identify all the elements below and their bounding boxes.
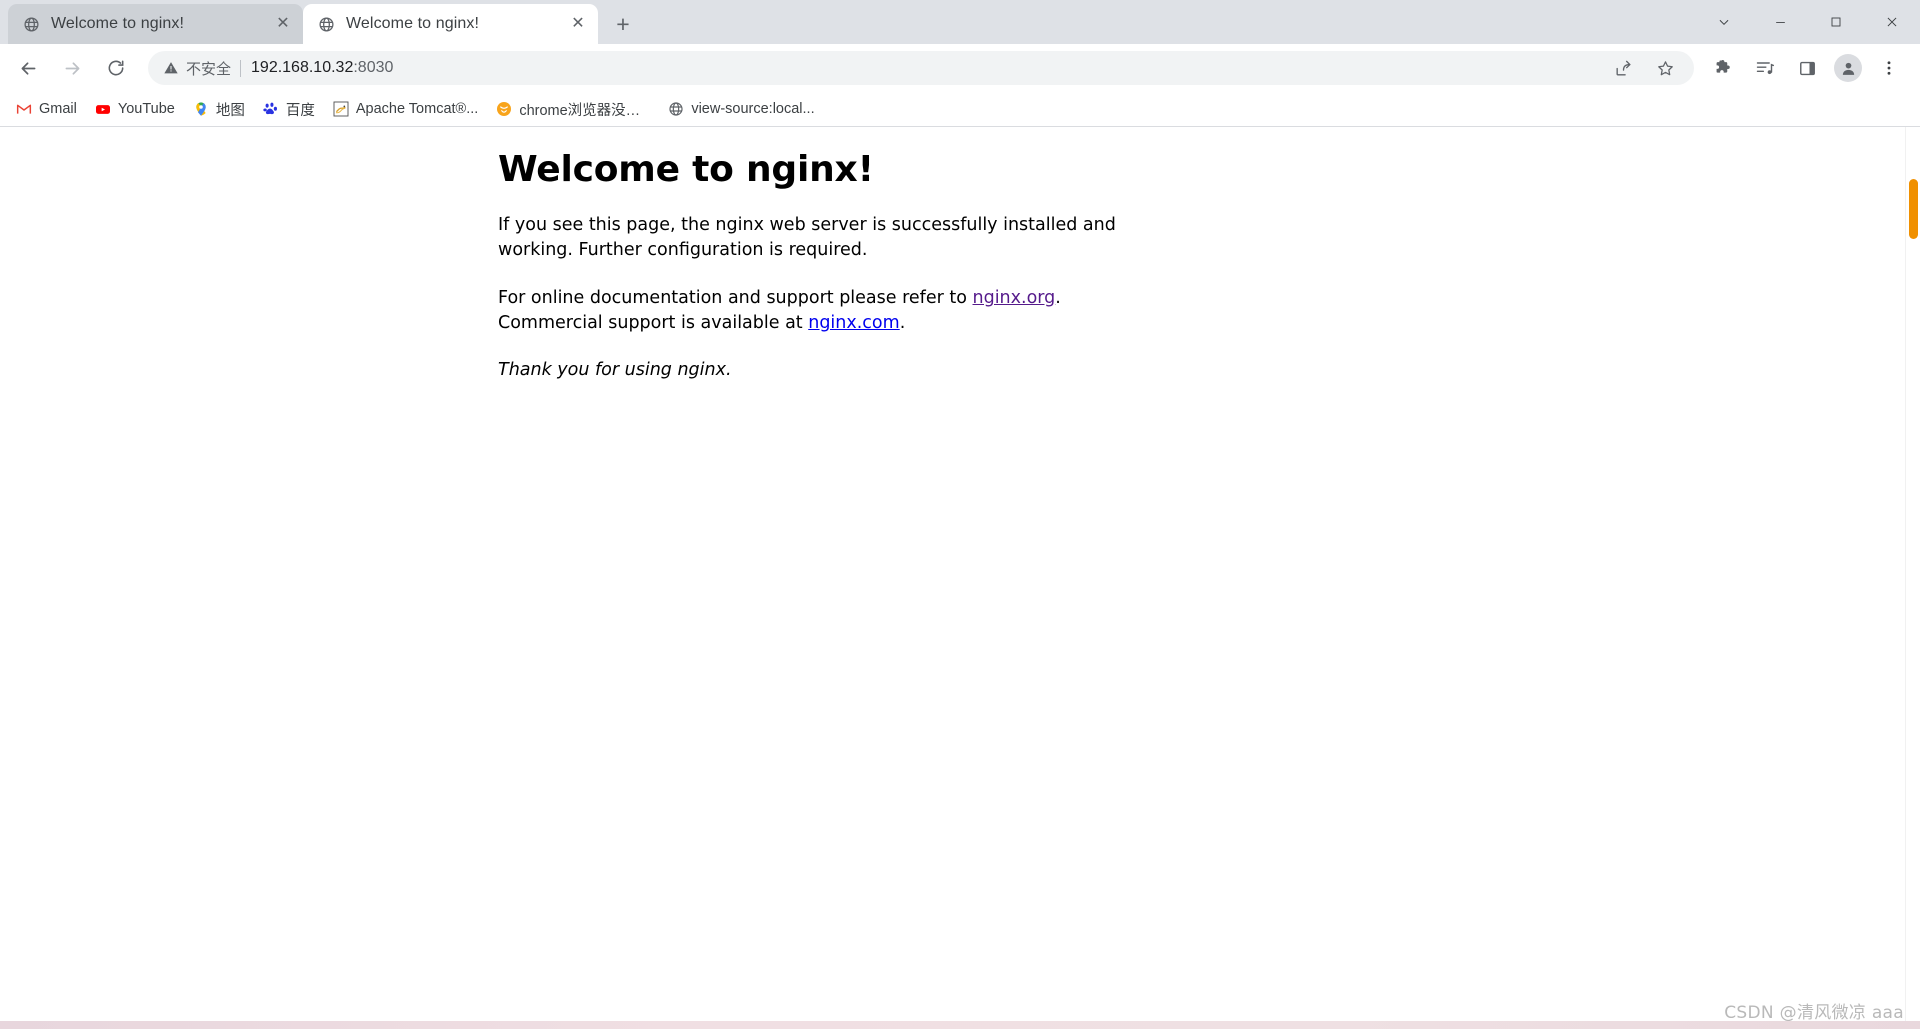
window-controls [1696, 0, 1920, 44]
intro-paragraph: If you see this page, the nginx web serv… [498, 215, 1116, 261]
profile-avatar[interactable] [1834, 54, 1862, 82]
csdn-watermark: CSDN @清风微凉 aaa [1724, 1003, 1904, 1023]
thanks-paragraph: Thank you for using nginx. [498, 360, 732, 381]
baidu-paw-icon [263, 101, 279, 117]
bookmark-youtube[interactable]: YouTube [87, 96, 183, 122]
google-maps-pin-icon [193, 101, 209, 117]
tomcat-icon [333, 101, 349, 117]
bookmark-baidu[interactable]: 百度 [255, 96, 323, 122]
bookmark-label: Gmail [39, 101, 77, 117]
close-window-button[interactable] [1864, 0, 1920, 44]
docs-paragraph: For online documentation and support ple… [498, 286, 1118, 336]
bookmark-label: YouTube [117, 101, 175, 117]
tab-close-button[interactable]: ✕ [273, 14, 293, 34]
taskbar-edge [0, 1021, 1920, 1029]
docs-text-prefix: For online documentation and support ple… [498, 288, 973, 309]
bookmark-star-icon[interactable] [1649, 52, 1681, 84]
bookmark-label: Apache Tomcat®... [355, 101, 479, 117]
orange-circle-icon [496, 101, 512, 117]
youtube-icon [95, 101, 111, 117]
tab-1[interactable]: Welcome to nginx! ✕ [8, 4, 303, 44]
extensions-puzzle-icon[interactable] [1707, 52, 1739, 84]
address-bar[interactable]: 不安全 192.168.10.32:8030 [148, 51, 1694, 85]
nginx-org-link[interactable]: nginx.org [973, 288, 1056, 308]
maximize-button[interactable] [1808, 0, 1864, 44]
commercial-text-suffix: . [899, 313, 906, 334]
minimize-all-chevron-icon[interactable] [1696, 0, 1752, 44]
nginx-welcome-page: Welcome to nginx! If you see this page, … [0, 127, 1920, 1029]
url-text: 192.168.10.32:8030 [251, 59, 1602, 77]
tab-title: Welcome to nginx! [51, 15, 185, 32]
page-title: Welcome to nginx! [498, 149, 874, 190]
new-tab-button[interactable]: + [606, 7, 640, 41]
security-status-label: 不安全 [186, 60, 232, 78]
not-secure-warning-icon[interactable] [162, 59, 180, 77]
tab-strip: Welcome to nginx! ✕ Welcome to nginx! ✕ … [0, 0, 1920, 44]
bookmark-label: 地图 [215, 102, 245, 119]
url-host: 192.168.10.32 [251, 59, 354, 76]
commercial-text-prefix: Commercial support is available at [498, 313, 809, 334]
nginx-com-link[interactable]: nginx.com [808, 313, 899, 333]
minimize-button[interactable] [1752, 0, 1808, 44]
browser-toolbar: 不安全 192.168.10.32:8030 [0, 44, 1920, 92]
side-panel-icon[interactable] [1791, 52, 1823, 84]
reload-button[interactable] [98, 50, 134, 86]
bookmarks-bar: Gmail YouTube 地图 百度 Apache Tomcat®... ch… [0, 92, 1920, 127]
browser-window: Welcome to nginx! ✕ Welcome to nginx! ✕ … [0, 0, 1920, 1029]
chrome-menu-button[interactable] [1873, 52, 1905, 84]
back-button[interactable] [10, 50, 46, 86]
bookmark-label: chrome浏览器没声... [519, 102, 651, 119]
globe-icon [22, 15, 40, 33]
globe-icon [668, 101, 684, 117]
scrollbar-thumb[interactable] [1909, 179, 1918, 239]
bookmark-apache-tomcat[interactable]: Apache Tomcat®... [325, 96, 486, 122]
globe-icon [317, 15, 335, 33]
forward-button[interactable] [54, 50, 90, 86]
bookmark-chrome-no-sound[interactable]: chrome浏览器没声... [488, 96, 658, 122]
page-viewport: Welcome to nginx! If you see this page, … [0, 127, 1920, 1029]
share-icon[interactable] [1607, 52, 1639, 84]
bookmark-gmail[interactable]: Gmail [8, 96, 85, 122]
bookmark-view-source[interactable]: view-source:local... [660, 96, 822, 122]
media-playlist-icon[interactable] [1749, 52, 1781, 84]
page-scrollbar[interactable] [1905, 127, 1920, 1029]
bookmark-label: view-source:local... [691, 101, 815, 117]
gmail-icon [16, 101, 32, 117]
tab-close-button[interactable]: ✕ [568, 14, 588, 34]
tab-2[interactable]: Welcome to nginx! ✕ [303, 4, 598, 44]
tab-title: Welcome to nginx! [346, 15, 480, 32]
url-port: :8030 [353, 59, 394, 76]
nginx-content: Welcome to nginx! If you see this page, … [498, 127, 1118, 383]
bookmark-maps[interactable]: 地图 [185, 96, 253, 122]
bookmark-label: 百度 [285, 102, 315, 119]
docs-text-mid: . [1055, 288, 1061, 309]
omnibox-divider [240, 59, 242, 77]
